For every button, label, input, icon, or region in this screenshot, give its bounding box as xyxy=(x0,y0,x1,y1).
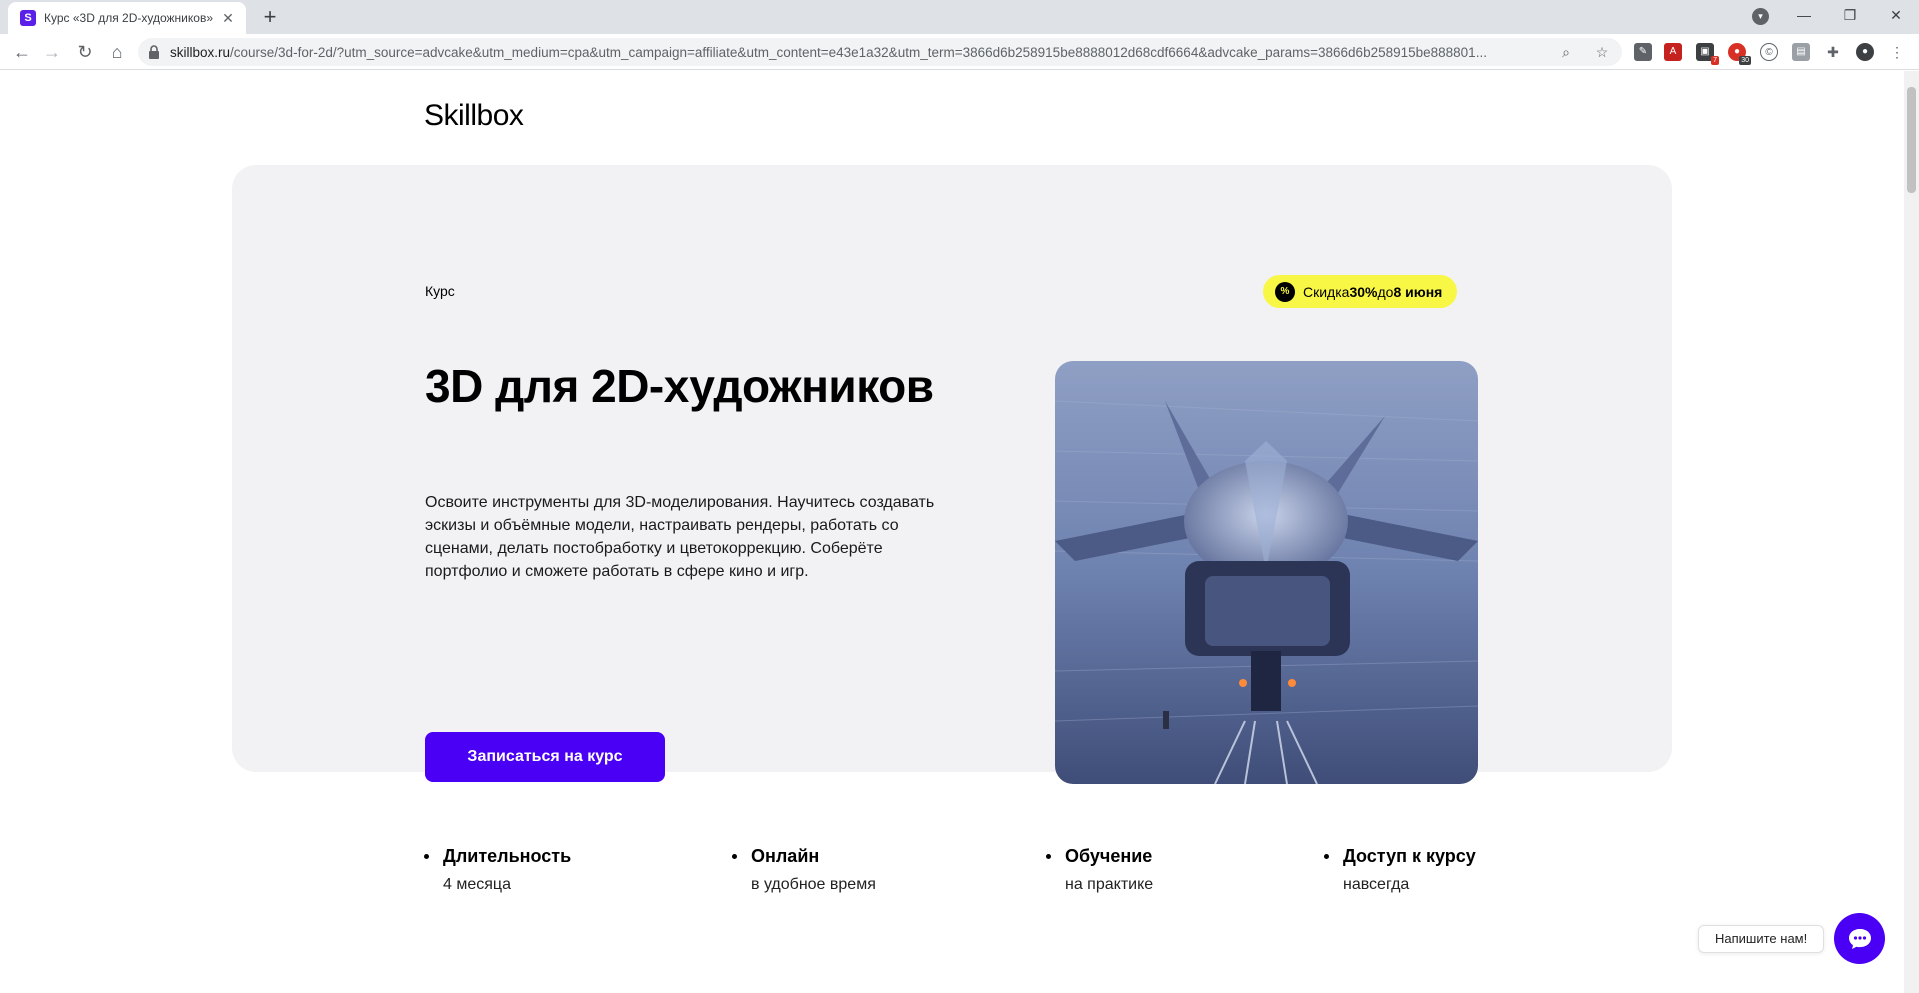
browser-tab[interactable]: S Курс «3D для 2D-художников» ✕ xyxy=(8,2,246,34)
bookmark-star-icon[interactable]: ☆ xyxy=(1592,42,1612,62)
new-tab-button[interactable]: + xyxy=(258,5,282,29)
hero-spaceship-image xyxy=(1055,361,1478,784)
lock-icon xyxy=(149,45,159,59)
back-icon[interactable]: ← xyxy=(8,38,36,66)
feature-access: Доступ к курсу навсегда xyxy=(1324,846,1476,894)
forward-icon[interactable]: → xyxy=(38,38,66,66)
promo-percent: 30% xyxy=(1349,283,1378,300)
tab-close-icon[interactable]: ✕ xyxy=(220,10,236,26)
percent-icon: % xyxy=(1275,281,1295,302)
eyedropper-extension-icon[interactable]: ✎ xyxy=(1634,43,1652,61)
home-icon[interactable]: ⌂ xyxy=(103,38,131,66)
zoom-icon[interactable]: ⌕ xyxy=(1556,42,1576,62)
chat-bubble-icon xyxy=(1848,928,1871,949)
restore-button[interactable]: ❐ xyxy=(1827,0,1873,30)
close-window-button[interactable]: ✕ xyxy=(1873,0,1919,30)
tab-title: Курс «3D для 2D-художников» xyxy=(44,11,213,25)
tab-strip: S Курс «3D для 2D-художников» ✕ + ▾ — ❐ … xyxy=(0,0,1919,34)
skillbox-favicon-icon: S xyxy=(20,10,36,26)
page-scrollbar[interactable] xyxy=(1904,71,1919,993)
skillbox-logo[interactable]: Skillbox xyxy=(424,99,524,133)
browser-toolbar: ← → ↻ ⌂ skillbox.ru/course/3d-for-2d/?ut… xyxy=(0,34,1919,70)
browser-menu-icon[interactable]: ⋮ xyxy=(1888,43,1906,61)
chat-prompt-label[interactable]: Напишите нам! xyxy=(1698,925,1825,953)
extension-icon-badge-7[interactable]: ▣ 7 xyxy=(1696,43,1719,65)
promo-mid: до xyxy=(1377,283,1394,300)
feature-online: Онлайн в удобное время xyxy=(732,846,876,894)
feature-practice: Обучение на практике xyxy=(1046,846,1153,894)
address-bar[interactable]: skillbox.ru/course/3d-for-2d/?utm_source… xyxy=(138,38,1622,66)
extension-icon-badge-30[interactable]: ● 30 xyxy=(1728,43,1751,65)
promo-prefix: Скидка xyxy=(1303,283,1350,300)
promo-date: 8 июня xyxy=(1393,283,1443,300)
scroll-thumb[interactable] xyxy=(1907,87,1916,193)
extensions-puzzle-icon[interactable]: ✚ xyxy=(1824,43,1842,61)
reload-icon[interactable]: ↻ xyxy=(71,38,99,66)
minimize-button[interactable]: — xyxy=(1781,0,1827,30)
course-label: Курс xyxy=(425,283,455,299)
profile-avatar[interactable]: ● xyxy=(1856,43,1874,61)
tab-search-icon[interactable]: ▾ xyxy=(1752,8,1769,25)
enroll-button[interactable]: Записаться на курс xyxy=(425,732,665,782)
hero-card: Курс % Скидка 30% до 8 июня 3D для 2D-ху… xyxy=(232,165,1672,784)
page-title: 3D для 2D-художников xyxy=(425,360,934,412)
course-description: Освоите инструменты для 3D-моделирования… xyxy=(425,494,935,580)
image-extension-icon[interactable]: ▤ xyxy=(1792,43,1810,61)
chat-button[interactable] xyxy=(1834,913,1885,964)
discount-badge: % Скидка 30% до 8 июня xyxy=(1263,275,1458,308)
pdf-extension-icon[interactable]: A xyxy=(1664,43,1682,61)
url-text: skillbox.ru/course/3d-for-2d/?utm_source… xyxy=(170,44,1487,60)
circle-extension-icon[interactable]: © xyxy=(1760,43,1778,61)
page-viewport: Skillbox Курс % Скидка 30% до 8 июня 3D … xyxy=(0,71,1904,993)
feature-duration: Длительность 4 месяца xyxy=(424,846,571,894)
